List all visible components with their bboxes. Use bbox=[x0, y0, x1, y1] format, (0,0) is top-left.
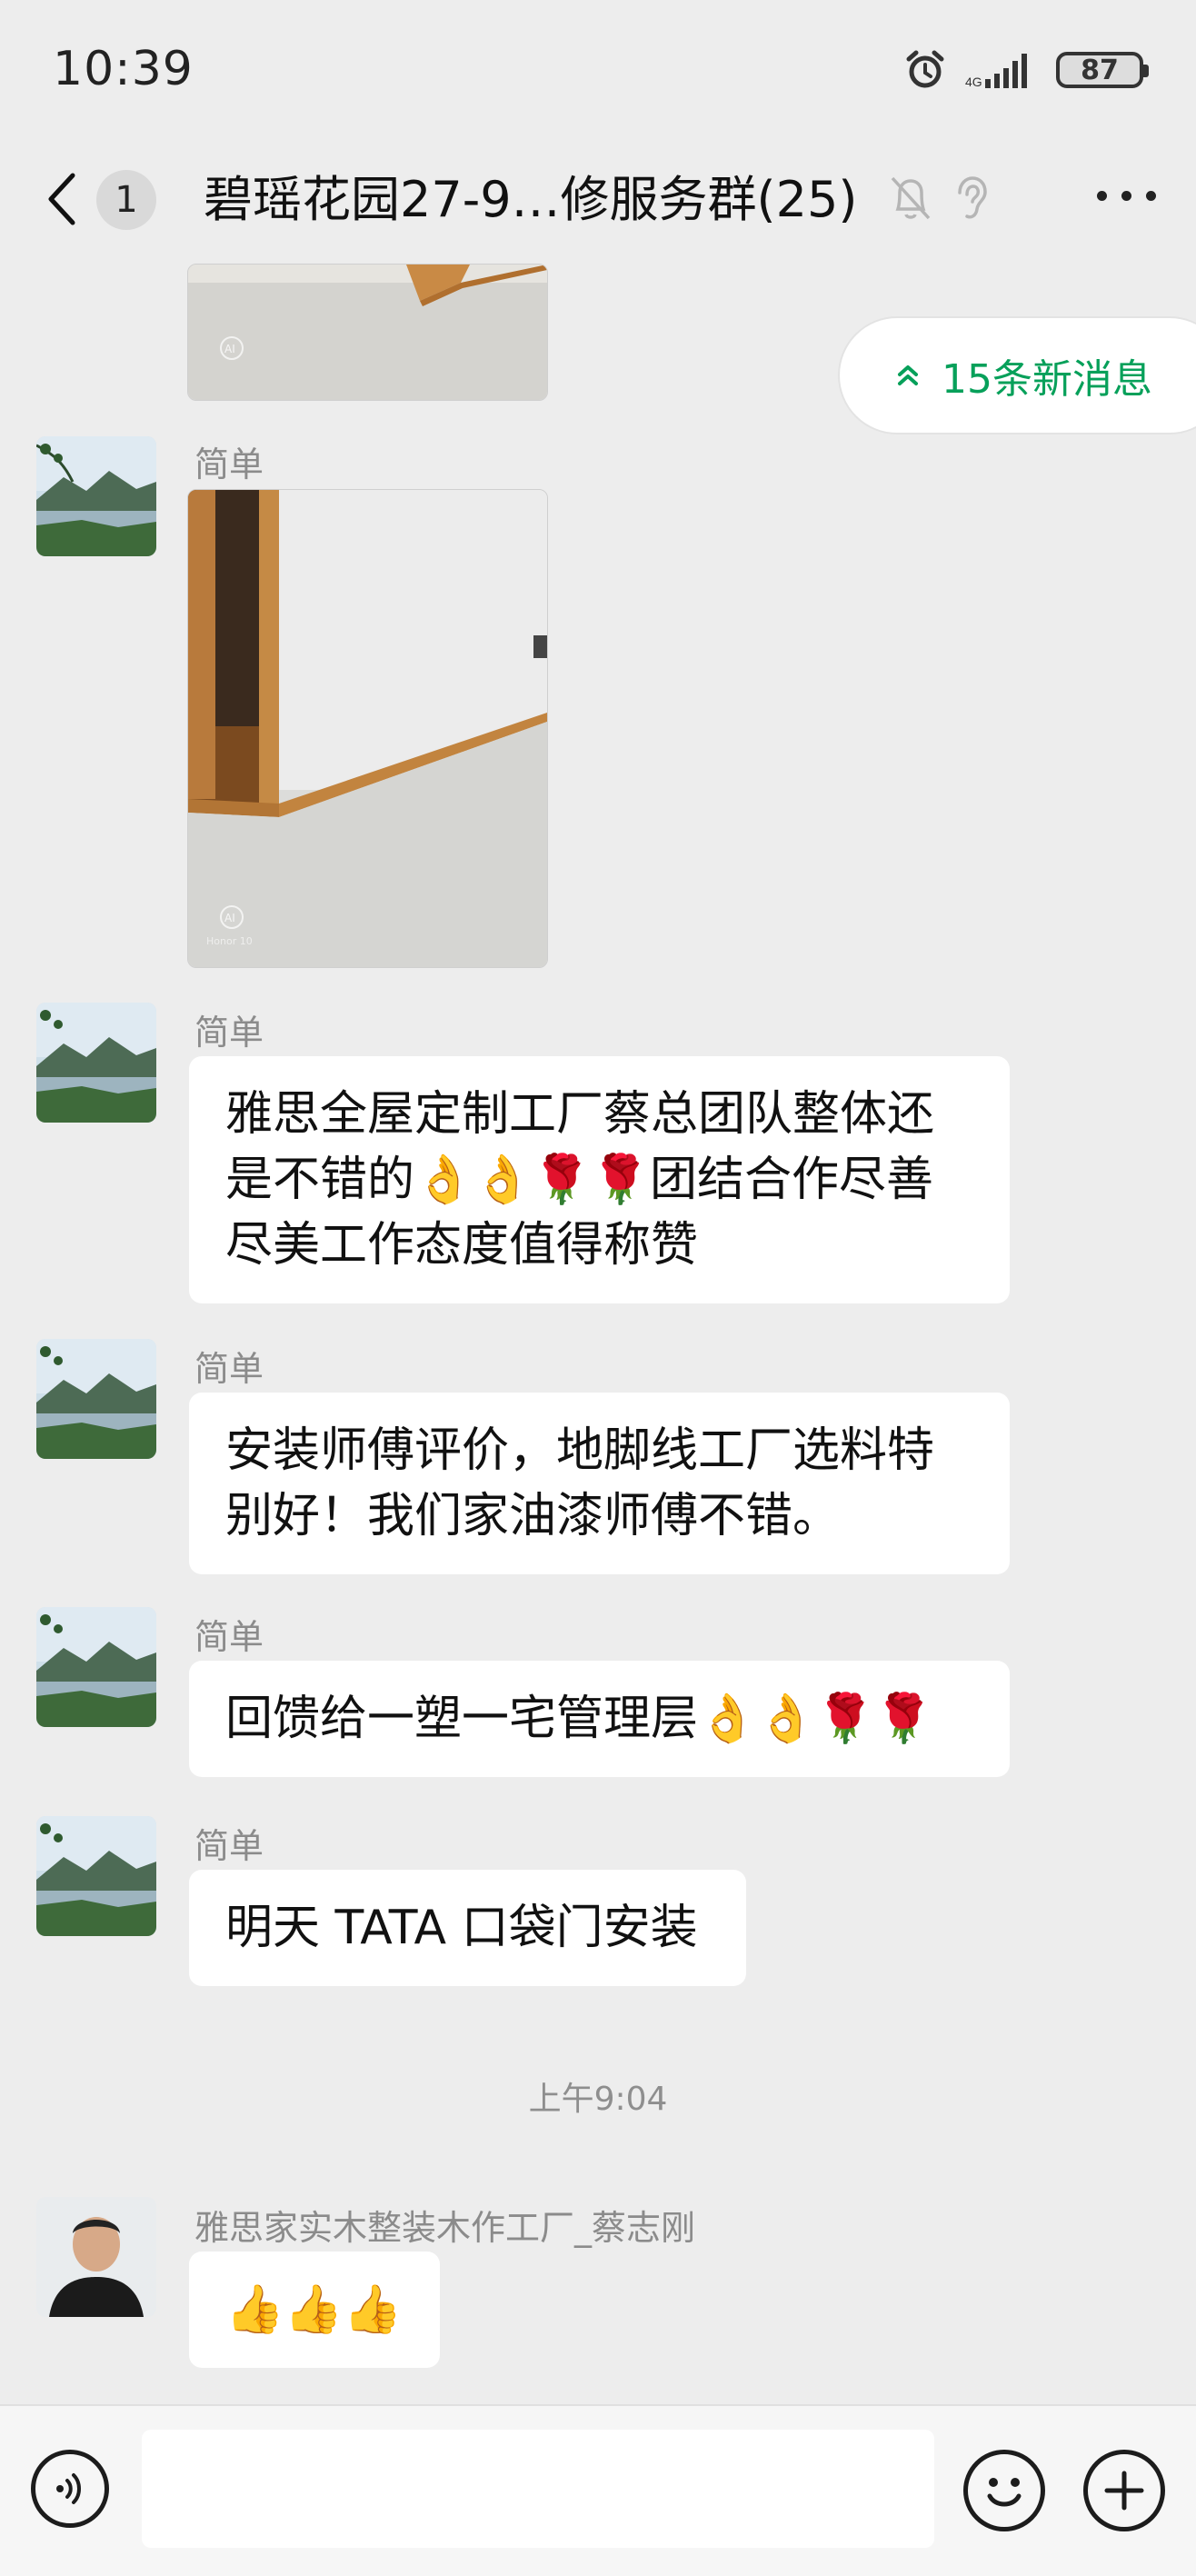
avatar[interactable] bbox=[36, 2197, 156, 2317]
plus-button[interactable] bbox=[1083, 2450, 1165, 2531]
message-bubble[interactable]: 明天 TATA 口袋门安装 bbox=[189, 1870, 746, 1986]
sender-name: 雅思家实木整装木作工厂_蔡志刚 bbox=[194, 2208, 696, 2248]
battery-level: 87 bbox=[1081, 54, 1119, 86]
voice-button[interactable] bbox=[31, 2450, 109, 2528]
avatar[interactable] bbox=[36, 436, 156, 556]
landscape-avatar-image bbox=[36, 1816, 156, 1936]
message-bubble[interactable]: 安装师傅评价，地脚线工厂选料特别好！我们家油漆师傅不错。 bbox=[189, 1393, 1010, 1574]
avatar[interactable] bbox=[36, 1607, 156, 1727]
plus-icon bbox=[1104, 2471, 1144, 2511]
sender-name: 简单 bbox=[194, 444, 264, 484]
image-message[interactable]: AI Honor 10 bbox=[187, 489, 548, 968]
input-bar bbox=[0, 2404, 1196, 2576]
landscape-avatar-image bbox=[36, 1003, 156, 1123]
message-bubble[interactable]: 回馈给一塑一宅管理层👌👌🌹🌹 bbox=[189, 1661, 1010, 1777]
landscape-avatar-image bbox=[36, 1339, 156, 1459]
sender-name: 简单 bbox=[194, 1349, 264, 1389]
landscape-avatar-image bbox=[36, 1607, 156, 1727]
photo-thumbnail: AI bbox=[188, 265, 547, 400]
avatar[interactable] bbox=[36, 1339, 156, 1459]
new-messages-button[interactable]: 15条新消息 bbox=[838, 316, 1196, 434]
message-bubble[interactable]: 👍👍👍 bbox=[189, 2252, 440, 2368]
photo-thumbnail: AI Honor 10 bbox=[188, 490, 547, 967]
svg-text:Honor 10: Honor 10 bbox=[206, 935, 253, 947]
battery-indicator: 87 bbox=[1056, 52, 1149, 88]
more-dot bbox=[1121, 191, 1131, 201]
svg-text:4G: 4G bbox=[965, 75, 982, 89]
avatar[interactable] bbox=[36, 1003, 156, 1123]
person-avatar-image bbox=[36, 2197, 156, 2317]
chevron-left-icon bbox=[48, 173, 75, 225]
sender-name: 简单 bbox=[194, 1617, 264, 1657]
image-message-partial[interactable]: AI bbox=[187, 264, 548, 401]
status-time: 10:39 bbox=[53, 42, 194, 96]
svg-text:AI: AI bbox=[224, 343, 235, 355]
unread-count-badge[interactable]: 1 bbox=[96, 170, 156, 230]
message-list[interactable]: AI 简单 AI Honor 10 简单 雅思全屋定制工厂蔡总团队整体还是不错的… bbox=[0, 264, 1196, 2404]
ear-icon bbox=[958, 176, 987, 219]
message-bubble[interactable]: 雅思全屋定制工厂蔡总团队整体还是不错的👌👌🌹🌹团结合作尽善尽美工作态度值得称赞 bbox=[189, 1056, 1010, 1303]
status-icons: 4G 87 bbox=[903, 47, 1149, 93]
emoji-button[interactable] bbox=[963, 2450, 1045, 2531]
signal-icon: 4G bbox=[965, 54, 1027, 89]
voice-icon bbox=[56, 2473, 81, 2504]
bell-off-icon bbox=[891, 176, 931, 220]
new-messages-label: 15条新消息 bbox=[942, 356, 1152, 403]
svg-text:AI: AI bbox=[224, 912, 235, 924]
sender-name: 简单 bbox=[194, 1013, 264, 1053]
timestamp: 上午9:04 bbox=[528, 2081, 668, 2118]
sender-name: 简单 bbox=[194, 1826, 264, 1866]
avatar[interactable] bbox=[36, 1816, 156, 1936]
landscape-avatar-image bbox=[36, 436, 156, 556]
status-bar: 10:39 4G 87 bbox=[0, 0, 1196, 136]
chat-title[interactable]: 碧瑶花园27-9…修服务群(25) bbox=[204, 164, 857, 236]
more-dot bbox=[1097, 191, 1107, 201]
chat-header: 1 碧瑶花园27-9…修服务群(25) bbox=[0, 136, 1196, 264]
back-button[interactable] bbox=[44, 167, 87, 231]
more-dot bbox=[1146, 191, 1156, 201]
double-chevron-up-icon bbox=[898, 365, 918, 385]
message-input[interactable] bbox=[142, 2430, 934, 2548]
alarm-icon bbox=[906, 50, 944, 88]
emoji-icon bbox=[987, 2478, 1022, 2507]
more-button[interactable] bbox=[1097, 191, 1156, 201]
